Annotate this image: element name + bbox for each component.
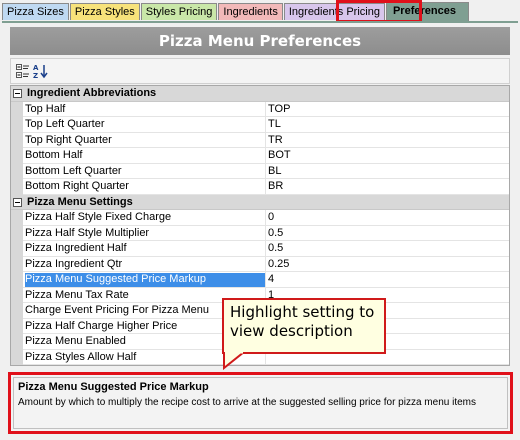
property-grid-toolbar: A Z: [10, 58, 510, 84]
property-value[interactable]: 4: [265, 272, 509, 287]
tab-pizza-styles[interactable]: Pizza Styles: [69, 3, 140, 20]
row-gutter: [11, 163, 23, 180]
collapse-icon[interactable]: [13, 89, 22, 98]
row-gutter: [11, 256, 23, 273]
property-row[interactable]: Bottom Half BOT: [11, 148, 509, 164]
property-value[interactable]: TR: [265, 132, 509, 148]
property-row[interactable]: Pizza Ingredient Half 0.5: [11, 241, 509, 257]
property-value[interactable]: BR: [265, 179, 509, 194]
row-gutter: [11, 349, 23, 365]
property-label: Bottom Half: [25, 149, 83, 161]
property-value[interactable]: TOP: [265, 101, 509, 117]
property-row-selected[interactable]: Pizza Menu Suggested Price Markup 4: [11, 272, 509, 288]
property-label: Pizza Menu Suggested Price Markup: [25, 273, 265, 287]
row-gutter: [11, 303, 23, 319]
categorized-icon[interactable]: [15, 63, 31, 79]
row-gutter: [11, 179, 23, 195]
row-gutter: [11, 148, 23, 164]
page-title: Pizza Menu Preferences: [10, 27, 510, 55]
property-row[interactable]: Bottom Left Quarter BL: [11, 163, 509, 180]
property-label: Top Left Quarter: [25, 118, 105, 130]
category-label: Pizza Menu Settings: [27, 195, 133, 208]
property-label: Bottom Left Quarter: [25, 164, 122, 177]
property-label: Top Right Quarter: [25, 133, 112, 146]
property-label: Pizza Half Style Multiplier: [25, 226, 150, 239]
property-row[interactable]: Top Right Quarter TR: [11, 132, 509, 149]
category-ingredient-abbreviations[interactable]: Ingredient Abbreviations: [11, 86, 509, 102]
row-gutter: [11, 117, 23, 133]
property-value[interactable]: TL: [265, 117, 509, 132]
row-gutter: [11, 241, 23, 257]
row-gutter: [11, 318, 23, 335]
row-gutter: [11, 101, 23, 118]
svg-text:A: A: [33, 64, 39, 72]
property-row[interactable]: Pizza Ingredient Qtr 0.25: [11, 256, 509, 273]
row-gutter: [11, 210, 23, 226]
property-value[interactable]: 0.5: [265, 225, 509, 241]
row-gutter: [11, 334, 23, 350]
property-label: Pizza Ingredient Half: [25, 242, 127, 254]
description-title: Pizza Menu Suggested Price Markup: [18, 381, 209, 393]
row-gutter: [11, 132, 23, 149]
description-text: Amount by which to multiply the recipe c…: [18, 397, 476, 408]
property-value[interactable]: 0: [265, 210, 509, 225]
category-pizza-menu-settings[interactable]: Pizza Menu Settings: [11, 194, 509, 210]
annotation-callout: Highlight setting to view description: [222, 298, 386, 354]
property-value[interactable]: 0.25: [265, 256, 509, 272]
property-row[interactable]: Top Half TOP: [11, 101, 509, 118]
property-row[interactable]: Pizza Half Style Fixed Charge 0: [11, 210, 509, 226]
property-label: Pizza Ingredient Qtr: [25, 257, 123, 270]
tab-ingredients[interactable]: Ingredients: [218, 3, 283, 20]
row-gutter: [11, 225, 23, 242]
category-label: Ingredient Abbreviations: [27, 87, 157, 99]
description-panel: Pizza Menu Suggested Price Markup Amount…: [8, 372, 513, 434]
preferences-tab-highlight: [336, 0, 422, 23]
property-label: Top Half: [25, 102, 66, 115]
svg-text:Z: Z: [33, 72, 38, 79]
tab-underline: [2, 21, 518, 23]
property-row[interactable]: Top Left Quarter TL: [11, 117, 509, 133]
property-value[interactable]: BOT: [265, 148, 509, 163]
property-row[interactable]: Pizza Half Style Multiplier 0.5: [11, 225, 509, 242]
property-row[interactable]: Bottom Right Quarter BR: [11, 179, 509, 195]
property-label: Pizza Half Style Fixed Charge: [25, 211, 172, 223]
property-value[interactable]: 0.5: [265, 241, 509, 256]
callout-pointer: [223, 352, 246, 370]
description-inner: Pizza Menu Suggested Price Markup Amount…: [13, 377, 508, 429]
sort-alphabetical-icon[interactable]: A Z: [33, 63, 49, 80]
tab-pizza-sizes[interactable]: Pizza Sizes: [2, 3, 69, 20]
row-gutter: [11, 272, 23, 288]
property-value[interactable]: BL: [265, 163, 509, 179]
property-label: Bottom Right Quarter: [25, 180, 129, 192]
tab-styles-pricing[interactable]: Styles Pricing: [140, 3, 218, 20]
row-gutter: [11, 287, 23, 304]
collapse-icon[interactable]: [13, 197, 22, 207]
